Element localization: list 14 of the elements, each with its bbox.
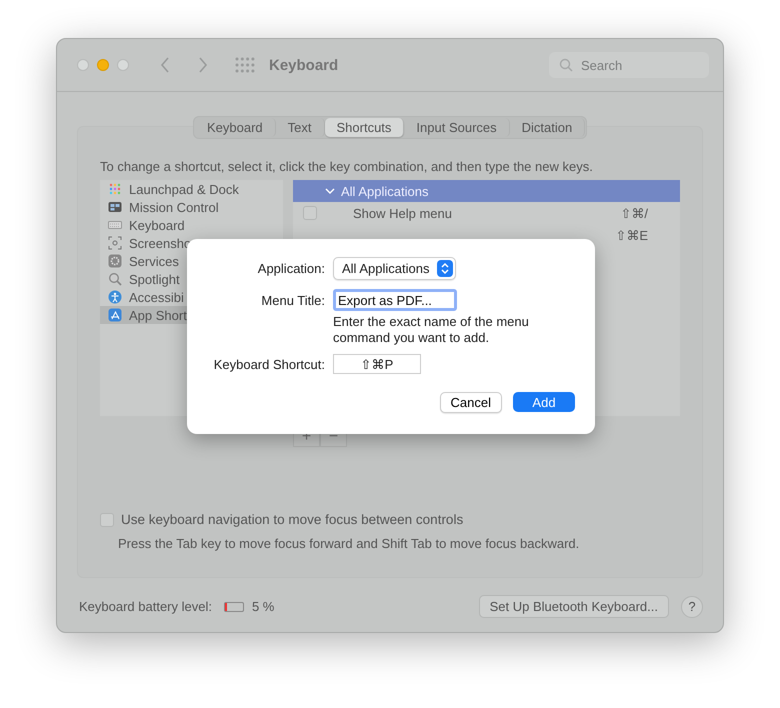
shortcut-keys: ⇧⌘/	[620, 206, 648, 220]
hint-text: Enter the exact name of the menu command you want to add.	[333, 314, 530, 346]
shortcut-title: Show Help menu	[353, 206, 452, 220]
field-label: Menu Title:	[260, 292, 325, 308]
shortcut-keys: ⇧⌘E	[615, 228, 648, 242]
group-label: All Applications	[341, 184, 428, 198]
battery-reading: 5 %	[252, 599, 274, 614]
window-title: Keyboard	[269, 56, 338, 74]
field-label: Keyboard Shortcut:	[212, 356, 325, 372]
instruction-text: To change a shortcut, select it, click the key combination, and then type the new keys.	[100, 159, 594, 174]
field-label: Application:	[256, 261, 325, 276]
battery-label: Keyboard battery level:	[79, 599, 212, 614]
checkbox-label: Use keyboard navigation to move focus between controls	[121, 512, 464, 527]
hint-text: Press the Tab key to move focus forward and Shift Tab to move focus backward.	[118, 536, 580, 551]
